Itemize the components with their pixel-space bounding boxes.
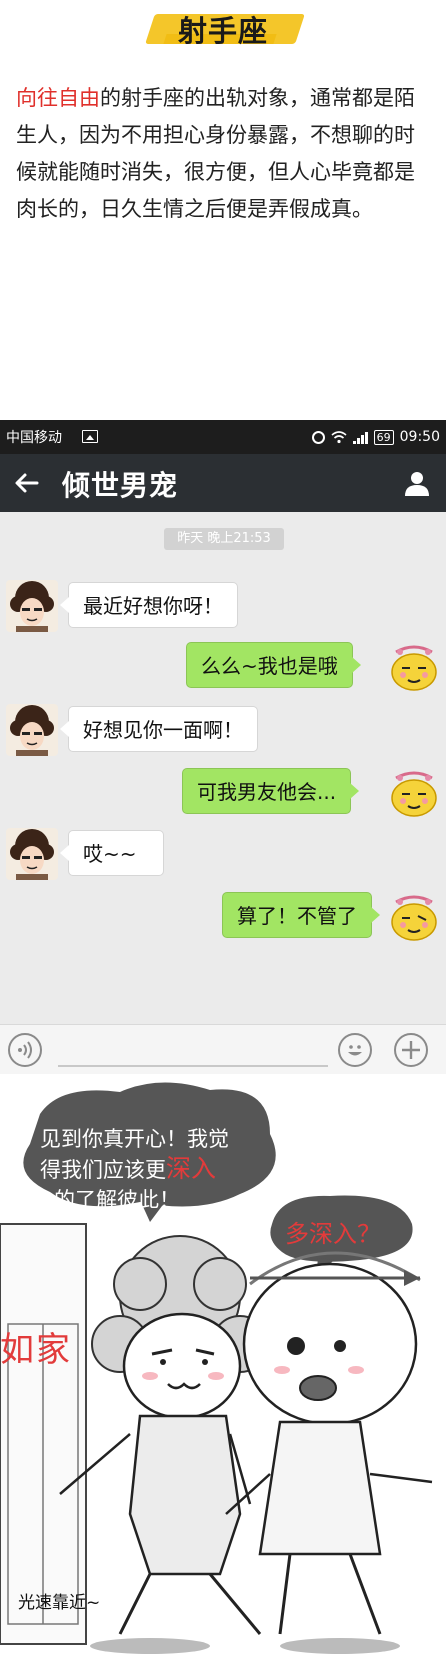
chat-title: 倾世男宠 (62, 469, 179, 502)
message-bubble-incoming[interactable]: 最近好想你呀！ (60, 582, 238, 628)
speech-emphasis: 深入 (166, 1154, 217, 1183)
message-bubble-outgoing[interactable]: 算了！不管了 (222, 892, 380, 938)
alarm-icon (311, 430, 325, 444)
paragraph-highlight: 向往自由 (16, 86, 100, 110)
girl-avatar-icon (388, 766, 440, 818)
signal-icon (352, 431, 368, 444)
boy-speech: 见到你真开心！我觉 得我们应该更深入 的了解彼此！ (40, 1124, 260, 1215)
chat-screenshot: 中国移动 69 09:50 倾世男宠 昨天 晚上21:53 最近好想你呀！ 么么… (0, 420, 446, 1074)
article-title: 射手座 (177, 14, 268, 48)
comic-panel: 见到你真开心！我觉 得我们应该更深入 的了解彼此！ 多深入？ 如家 光速靠近~ (0, 1074, 446, 1670)
message-bubble-outgoing[interactable]: 可我男友他会... (182, 768, 360, 814)
carrier-name: 中国移动 (6, 430, 62, 446)
message-bubble-incoming[interactable]: 哎~~ (60, 830, 164, 876)
avatar[interactable] (388, 640, 440, 692)
more-button[interactable] (394, 1033, 428, 1067)
avatar[interactable] (6, 828, 58, 880)
emoji-button[interactable] (338, 1033, 372, 1067)
voice-button[interactable] (8, 1033, 42, 1067)
girl-reply: 多深入？ (285, 1220, 381, 1248)
hotel-sign: 如家 (0, 1330, 72, 1370)
plus-icon (402, 1041, 420, 1059)
boy-avatar-icon (6, 828, 58, 880)
contact-icon[interactable] (402, 468, 432, 498)
speech-line-2a: 得我们应该更 (40, 1158, 166, 1182)
girl-character (225, 1251, 433, 1635)
girl-avatar-icon (388, 890, 440, 942)
message-bubble-outgoing[interactable]: 么么~我也是哦 (186, 642, 361, 688)
image-icon (82, 430, 98, 443)
chat-input-bar (0, 1024, 446, 1074)
wifi-icon (331, 431, 347, 444)
article-paragraph: 向往自由的射手座的出轨对象，通常都是陌生人，因为不用担心身份暴露，不想聊的时候就… (16, 80, 430, 228)
message-bubble-incoming[interactable]: 好想见你一面啊！ (60, 706, 258, 752)
speech-line-1: 见到你真开心！我觉 (40, 1127, 229, 1151)
voice-icon (18, 1041, 32, 1059)
comic-caption: 光速靠近~ (18, 1593, 101, 1613)
battery-indicator: 69 (373, 429, 394, 445)
message-timestamp: 昨天 晚上21:53 (164, 528, 284, 550)
avatar[interactable] (388, 766, 440, 818)
avatar[interactable] (6, 704, 58, 756)
avatar[interactable] (388, 890, 440, 942)
message-input[interactable] (58, 1065, 328, 1067)
avatar[interactable] (6, 580, 58, 632)
chat-navbar: 倾世男宠 (0, 454, 446, 512)
boy-avatar-icon (6, 704, 58, 756)
status-icons: 69 09:50 (311, 426, 440, 448)
speech-line-2: 得我们应该更深入 (40, 1154, 260, 1185)
article-header: 射手座 (0, 0, 446, 60)
boy-avatar-icon (6, 580, 58, 632)
girl-avatar-icon (388, 640, 440, 692)
clock: 09:50 (399, 429, 440, 445)
emoji-icon (348, 1045, 362, 1056)
status-bar: 中国移动 69 09:50 (0, 420, 446, 454)
speech-line-3: 的了解彼此！ (54, 1188, 180, 1212)
boy-character (59, 1235, 269, 1635)
back-arrow-icon[interactable] (12, 468, 42, 498)
